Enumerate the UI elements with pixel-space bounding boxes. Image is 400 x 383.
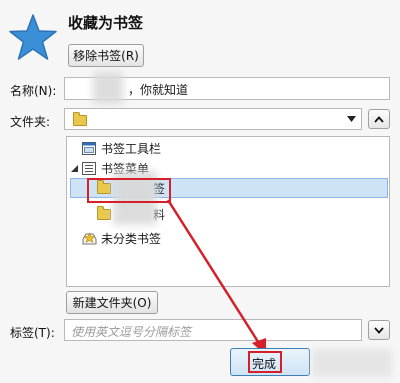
done-button-label: 完成 <box>252 357 277 371</box>
annotation-arrow <box>166 199 266 355</box>
blurred-button <box>312 349 392 377</box>
